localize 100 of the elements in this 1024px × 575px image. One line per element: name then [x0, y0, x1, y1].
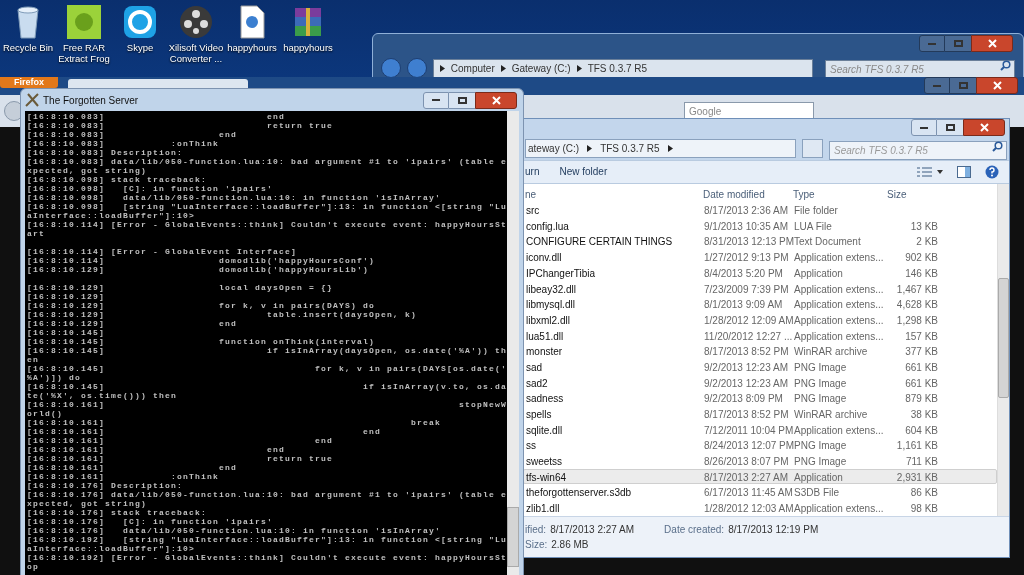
console-line: [16:8:10.114] [Error - GlobalEvent Interface] [27, 247, 298, 256]
file-row[interactable]: sadness 9/2/2013 8:09 PM PNG Image 879 KB [523, 390, 997, 406]
file-size: 1,298 KB [895, 313, 938, 328]
scrollbar[interactable] [997, 184, 1009, 516]
file-row[interactable]: lua51.dll 11/20/2012 12:27 ... Application extens... 157 KB [523, 327, 997, 344]
column-header[interactable]: Type [793, 187, 883, 203]
file-size: 98 KB [909, 502, 938, 517]
console-line: [16:8:10.176] [C]: in function 'ipairs' [27, 517, 274, 526]
search-field[interactable]: Search TFS 0.3.7 R5 [829, 140, 1007, 160]
preview-pane-icon[interactable] [957, 165, 971, 178]
file-date: 9/2/2013 12:23 AM [704, 360, 789, 375]
file-size: 2 KB [915, 235, 938, 250]
console-line: en [27, 355, 40, 364]
breadcrumb[interactable]: Gateway (C:) [511, 60, 571, 76]
console-line: [16:8:10.192] [string "LuaInterface::loadBuffer"]:13: in function <[string "Lu [27, 535, 508, 544]
minimize-button[interactable] [911, 119, 937, 136]
file-size: 4,628 KB [895, 298, 938, 313]
column-header[interactable]: ne [523, 187, 703, 203]
help-icon[interactable] [985, 164, 999, 179]
file-date: 8/1/2013 9:09 AM [704, 298, 784, 313]
file-date: 7/12/2011 10:04 PM [704, 423, 794, 438]
file-size: 38 KB [909, 408, 938, 422]
file-row[interactable]: config.lua 9/1/2013 10:35 AM LUA File 13 KB [523, 217, 997, 234]
close-button[interactable] [971, 35, 1013, 52]
desktop-shortcut[interactable]: Xilisoft Video Converter ... [168, 4, 224, 64]
file-row[interactable]: monster 8/17/2013 8:52 PM WinRAR archive 377 KB [523, 343, 997, 359]
file-size: 604 KB [904, 423, 938, 438]
file-row[interactable]: ss 8/24/2013 12:07 PMPNG Image 1,161 KB [523, 437, 997, 454]
file-row[interactable]: sqlite.dll 7/12/2011 10:04 PMApplication extens... 604 KB [523, 421, 997, 438]
console-line: te('%X', os.time())) then [27, 391, 179, 400]
file-name: sad [525, 360, 544, 375]
file-name: theforgottenserver.s3db [525, 486, 633, 501]
close-button[interactable] [976, 77, 1018, 94]
file-size: 879 KB [904, 392, 938, 407]
toolbar-button[interactable]: New folder [559, 164, 608, 180]
file-row[interactable]: sad 9/2/2013 12:23 AM PNG Image 661 KB [523, 358, 997, 375]
file-date: 6/17/2013 11:45 AM [704, 486, 794, 501]
console-line: [16:8:10.145] if isInArray(daysOpen, os.date('%A')) th [27, 346, 508, 355]
file-date: 8/17/2013 2:36 AM [704, 204, 789, 219]
desktop-shortcut[interactable]: Free RAR Extract Frog [56, 4, 112, 64]
file-size: 1,161 KB [895, 439, 938, 454]
maximize-button[interactable] [937, 119, 963, 136]
breadcrumb[interactable]: TFS 0.3.7 R5 [600, 141, 660, 157]
close-button[interactable] [475, 91, 517, 109]
file-row[interactable]: theforgottenserver.s3db 6/17/2013 11:45 AMS3DB File 86 KB [523, 484, 997, 501]
file-row[interactable]: libxml2.dll 1/28/2012 12:09 AMApplication extens... 1,298 KB [523, 311, 997, 328]
file-row[interactable]: IPChangerTibia 8/4/2013 5:20 PM Application 146 KB [523, 264, 997, 281]
file-row[interactable]: spells 8/17/2013 8:52 PM WinRAR archive 38 KB [523, 406, 997, 422]
file-row[interactable]: libeay32.dll 7/23/2009 7:39 PM Application extens... 1,467 KB [523, 280, 997, 297]
console-line: [16:8:10.129] local daysOpen = {} [27, 283, 335, 292]
file-size: 711 KB [904, 455, 938, 470]
column-header[interactable]: Size [883, 187, 943, 203]
view-options-icon[interactable] [917, 166, 943, 177]
file-date: 8/17/2013 8:52 PM [704, 408, 790, 422]
file-type: Application extens... [794, 251, 884, 266]
breadcrumb[interactable]: Computer [450, 60, 495, 76]
desktop-shortcut[interactable]: Recycle Bin [0, 4, 56, 64]
console-line: [16:8:10.145] function onThink(interval) [27, 337, 377, 346]
desktop-shortcut[interactable]: Skype [112, 4, 168, 64]
file-date: 8/26/2013 8:07 PM [704, 455, 790, 470]
file-date: 8/4/2013 5:20 PM [704, 266, 784, 281]
file-row[interactable]: iconv.dll 1/27/2012 9:13 PM Application extens... 902 KB [523, 249, 997, 265]
file-type: Application extens... [794, 329, 884, 344]
file-date: 8/24/2013 12:07 PM [704, 439, 794, 454]
breadcrumb[interactable]: ateway (C:) [528, 141, 580, 157]
file-type: Text Document [794, 235, 862, 250]
file-row[interactable]: tfs-win64 8/17/2013 2:27 AM Application 2,931 KB [523, 468, 997, 485]
close-button[interactable] [963, 119, 1005, 136]
file-row[interactable]: CONFIGURE CERTAIN THINGS 8/31/2013 12:13 PMText Document 2 KB [523, 233, 997, 250]
file-row[interactable]: sad2 9/2/2013 12:23 AM PNG Image 661 KB [523, 374, 997, 391]
breadcrumb[interactable]: TFS 0.3.7 R5 [587, 60, 648, 76]
column-header[interactable]: Date modified [703, 187, 793, 203]
file-type: PNG Image [794, 360, 848, 375]
address-bar[interactable]: Computer Gateway (C:) TFS 0.3.7 R5 [432, 58, 813, 78]
file-row[interactable]: sweetss 8/26/2013 8:07 PM PNG Image 711 KB [523, 453, 997, 469]
film-reel-icon [178, 4, 214, 40]
scrollbar[interactable] [507, 111, 519, 575]
detail-label: Date created: [664, 522, 725, 537]
file-size: 377 KB [904, 345, 938, 360]
maximize-button[interactable] [449, 91, 475, 109]
file-name: ss [525, 439, 537, 454]
file-row[interactable]: libmysql.dll 8/1/2013 9:09 AM Application extens... 4,628 KB [523, 296, 997, 312]
console-line: [16:8:10.145] if isInArray(v.to, os.da [27, 382, 508, 391]
minimize-button[interactable] [423, 91, 449, 109]
file-name: libeay32.dll [525, 282, 578, 297]
close-icon [979, 123, 989, 132]
forward-button[interactable] [406, 58, 427, 78]
file-type: PNG Image [794, 376, 848, 391]
file-size: 902 KB [904, 251, 938, 266]
file-row[interactable]: zlib1.dll 1/28/2012 12:03 AMApplication extens... 98 KB [523, 500, 997, 516]
file-name: CONFIGURE CERTAIN THINGS [525, 235, 674, 250]
address-bar[interactable]: ateway (C:) TFS 0.3.7 R5 [525, 139, 796, 159]
console-line: [16:8:10.083] data/lib/050-function.lua:10: bad argument #1 to 'ipairs' (table e [27, 157, 508, 166]
desktop-shortcut[interactable]: happyhours [280, 4, 336, 64]
console-line: op [27, 562, 40, 571]
console-line: xpected, got string) [27, 499, 148, 508]
back-button[interactable] [381, 58, 401, 78]
file-row[interactable]: src 8/17/2013 2:36 AM File folder [523, 202, 997, 218]
desktop-shortcut[interactable]: happyhours [224, 4, 280, 64]
toolbar-button[interactable]: urn [525, 164, 540, 180]
